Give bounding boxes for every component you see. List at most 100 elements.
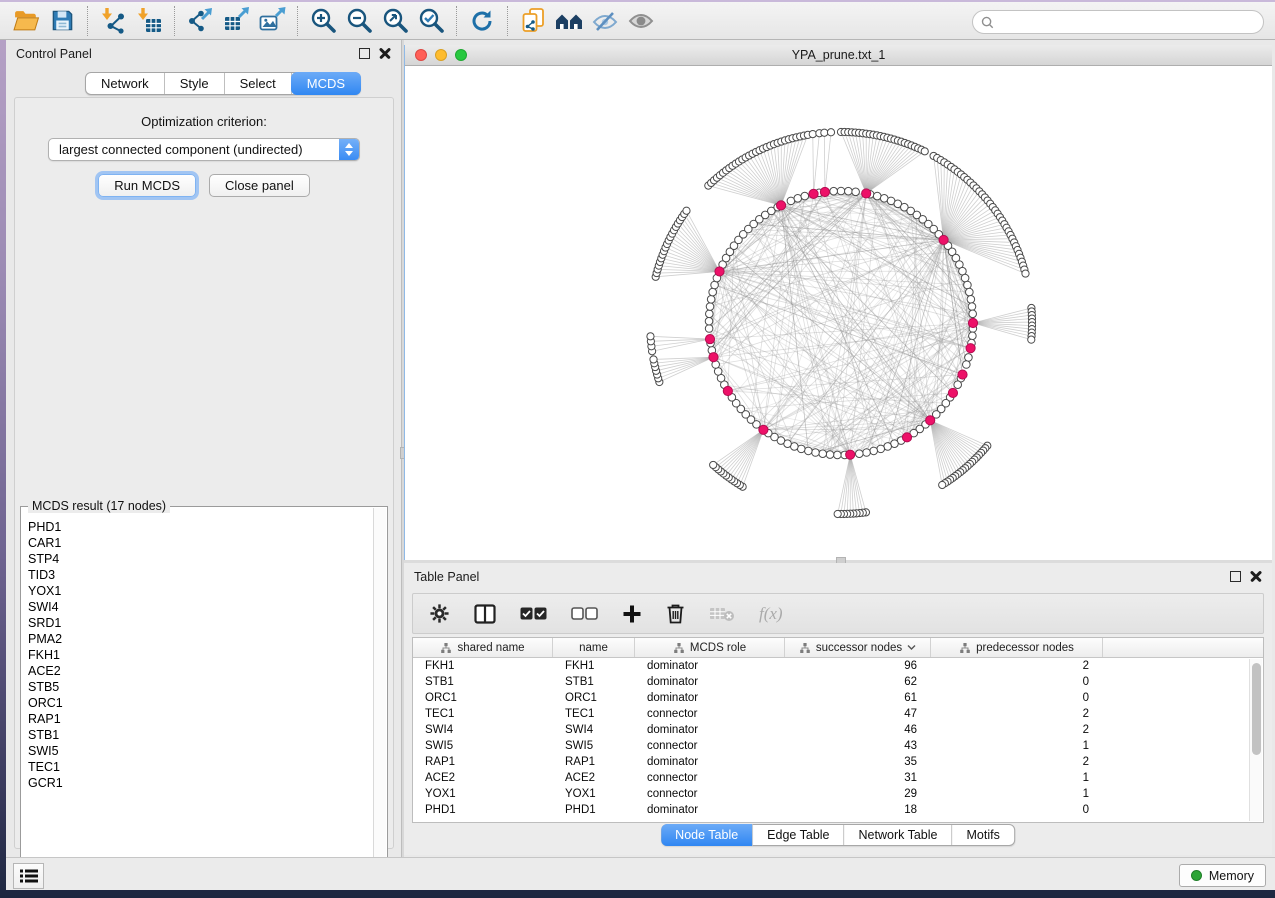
column-header-MCDS-role[interactable]: MCDS role <box>635 638 785 657</box>
duplicate-network-button[interactable] <box>515 5 551 37</box>
cell: 96 <box>785 660 931 672</box>
float-panel-icon[interactable] <box>359 48 370 59</box>
table-row-TEC1[interactable]: TEC1TEC1connector472 <box>413 706 1263 722</box>
mcds-result-node[interactable]: TEC1 <box>28 759 368 775</box>
optimization-criterion-select[interactable]: largest connected component (undirected) <box>48 138 360 161</box>
select-all-button[interactable] <box>520 607 547 620</box>
mcds-result-node[interactable]: GCR1 <box>28 775 368 791</box>
tab-edge-table[interactable]: Edge Table <box>753 825 844 845</box>
table-row-STB1[interactable]: STB1STB1dominator620 <box>413 674 1263 690</box>
cell: 2 <box>931 756 1103 768</box>
table-row-ORC1[interactable]: ORC1ORC1dominator610 <box>413 690 1263 706</box>
memory-button[interactable]: Memory <box>1179 864 1266 887</box>
mcds-result-node[interactable]: STP4 <box>28 551 368 567</box>
tab-mcds[interactable]: MCDS <box>291 72 361 95</box>
mcds-result-node[interactable]: PMA2 <box>28 631 368 647</box>
mcds-result-node[interactable]: RAP1 <box>28 711 368 727</box>
export-network-button[interactable] <box>182 5 218 37</box>
show-all-button[interactable] <box>623 5 659 37</box>
table-row-SWI5[interactable]: SWI5SWI5connector431 <box>413 738 1263 754</box>
mcds-result-node[interactable]: ACE2 <box>28 663 368 679</box>
table-row-SWI4[interactable]: SWI4SWI4dominator462 <box>413 722 1263 738</box>
table-row-ACE2[interactable]: ACE2ACE2connector311 <box>413 770 1263 786</box>
float-panel-icon[interactable] <box>1230 571 1241 582</box>
run-mcds-button[interactable]: Run MCDS <box>98 174 196 197</box>
column-header-predecessor-nodes[interactable]: predecessor nodes <box>931 638 1103 657</box>
mcds-result-node[interactable]: YOX1 <box>28 583 368 599</box>
status-bar: Memory <box>6 857 1275 890</box>
search-input[interactable] <box>999 15 1263 29</box>
cell: SWI4 <box>553 724 635 736</box>
open-session-button[interactable] <box>8 5 44 37</box>
tab-network[interactable]: Network <box>86 73 165 94</box>
import-table-button[interactable] <box>131 5 167 37</box>
close-panel-icon[interactable] <box>379 47 391 59</box>
mcds-result-node[interactable]: SWI5 <box>28 743 368 759</box>
add-column-button[interactable] <box>622 604 642 624</box>
cell: dominator <box>635 692 785 704</box>
tab-node-table[interactable]: Node Table <box>661 824 753 846</box>
cell: connector <box>635 740 785 752</box>
save-session-button[interactable] <box>44 5 80 37</box>
close-window-icon[interactable] <box>415 49 427 61</box>
close-panel-button[interactable]: Close panel <box>209 174 310 197</box>
selected-criterion: largest connected component (undirected) <box>59 142 303 157</box>
mcds-result-node[interactable]: STB5 <box>28 679 368 695</box>
column-header-shared-name[interactable]: shared name <box>413 638 553 657</box>
mcds-result-node[interactable]: SWI4 <box>28 599 368 615</box>
zoom-out-button[interactable] <box>341 5 377 37</box>
minimize-window-icon[interactable] <box>435 49 447 61</box>
delete-table-button[interactable] <box>709 605 735 622</box>
search-field[interactable] <box>972 10 1264 34</box>
export-image-button[interactable] <box>254 5 290 37</box>
apply-layout-button[interactable] <box>464 5 500 37</box>
checked-boxes-icon <box>520 607 547 620</box>
cell: dominator <box>635 724 785 736</box>
network-view-titlebar[interactable]: YPA_prune.txt_1 <box>405 45 1272 66</box>
table-row-YOX1[interactable]: YOX1YOX1connector291 <box>413 786 1263 802</box>
delete-table-icon <box>709 605 735 622</box>
mcds-result-node[interactable]: STB1 <box>28 727 368 743</box>
mcds-result-node[interactable]: PHD1 <box>28 519 368 535</box>
first-neighbors-button[interactable] <box>551 5 587 37</box>
tab-select[interactable]: Select <box>225 73 292 94</box>
zoom-fit-button[interactable] <box>377 5 413 37</box>
zoom-in-button[interactable] <box>305 5 341 37</box>
show-columns-button[interactable] <box>474 604 496 624</box>
mcds-result-node[interactable]: FKH1 <box>28 647 368 663</box>
show-panels-menu-button[interactable] <box>13 863 44 889</box>
cell: 2 <box>931 660 1103 672</box>
table-row-RAP1[interactable]: RAP1RAP1dominator352 <box>413 754 1263 770</box>
list-icon <box>19 868 39 884</box>
control-panel: Control Panel NetworkStyleSelectMCDS Opt… <box>6 40 402 857</box>
network-canvas[interactable] <box>405 66 1272 559</box>
tab-network-table[interactable]: Network Table <box>845 825 953 845</box>
duplicate-network-icon <box>520 7 547 34</box>
tab-motifs[interactable]: Motifs <box>952 825 1013 845</box>
mcds-result-node[interactable]: SRD1 <box>28 615 368 631</box>
function-builder-icon[interactable]: f(x) <box>759 604 783 624</box>
maximize-window-icon[interactable] <box>455 49 467 61</box>
table-options-button[interactable] <box>429 603 450 624</box>
delete-columns-button[interactable] <box>666 603 685 624</box>
mcds-result-node[interactable]: CAR1 <box>28 535 368 551</box>
hide-selected-button[interactable] <box>587 5 623 37</box>
close-panel-icon[interactable] <box>1250 570 1262 582</box>
export-table-button[interactable] <box>218 5 254 37</box>
mcds-result-node[interactable]: TID3 <box>28 567 368 583</box>
deselect-all-button[interactable] <box>571 607 598 620</box>
cell: 47 <box>785 708 931 720</box>
table-row-PHD1[interactable]: PHD1PHD1dominator180 <box>413 802 1263 818</box>
control-panel-tabs: NetworkStyleSelectMCDS <box>85 72 361 95</box>
column-header-successor-nodes[interactable]: successor nodes <box>785 638 931 657</box>
tab-style[interactable]: Style <box>165 73 225 94</box>
column-header-name[interactable]: name <box>553 638 635 657</box>
result-list-scrollbar[interactable] <box>373 508 386 876</box>
mcds-result-node[interactable]: ORC1 <box>28 695 368 711</box>
table-row-FKH1[interactable]: FKH1FKH1dominator962 <box>413 658 1263 674</box>
import-network-button[interactable] <box>95 5 131 37</box>
table-scrollbar[interactable] <box>1249 659 1262 821</box>
cell: 2 <box>931 708 1103 720</box>
zoom-selected-button[interactable] <box>413 5 449 37</box>
scrollbar-thumb[interactable] <box>1252 663 1261 755</box>
